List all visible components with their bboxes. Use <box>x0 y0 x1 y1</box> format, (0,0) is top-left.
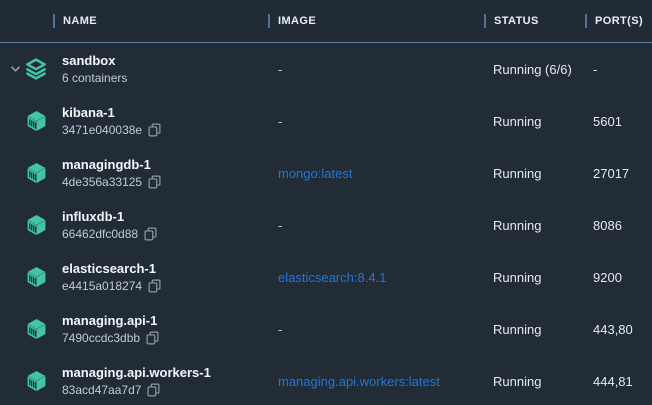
container-id: 83acd47aa7d7 <box>62 383 141 397</box>
image-cell[interactable]: elasticsearch:8.4.1 <box>268 270 484 285</box>
column-header-name[interactable]: NAME <box>0 14 268 28</box>
image-cell: - <box>268 114 484 129</box>
name-cell: elasticsearch-1 e4415a018274 <box>0 251 268 303</box>
container-row[interactable]: influxdb-1 66462dfc0d88 - Running 8086 <box>0 199 652 251</box>
column-header-image[interactable]: IMAGE <box>268 14 484 28</box>
container-icon <box>25 369 48 393</box>
status-cell: Running <box>484 166 585 181</box>
table-body: sandbox 6 containers - Running (6/6) - <box>0 43 652 405</box>
copy-icon <box>146 331 159 345</box>
status-cell: Running <box>484 218 585 233</box>
column-header-ports[interactable]: PORT(S) <box>585 14 652 28</box>
status-cell: Running <box>484 322 585 337</box>
copy-button[interactable] <box>144 227 157 241</box>
containers-table: NAME IMAGE STATUS PORT(S) <box>0 0 652 405</box>
column-header-label: STATUS <box>494 15 539 27</box>
ports-cell: 8086 <box>585 218 652 233</box>
column-separator <box>484 14 486 28</box>
container-id: 4de356a33125 <box>62 175 142 189</box>
container-row[interactable]: managing.api-1 7490ccdc3dbb - Running 44… <box>0 303 652 355</box>
ports-cell: 444,81 <box>585 374 652 389</box>
column-separator <box>53 14 55 28</box>
image-cell: - <box>268 322 484 337</box>
container-name: sandbox <box>62 53 127 69</box>
container-name: kibana-1 <box>62 105 161 121</box>
name-cell: sandbox 6 containers <box>0 43 268 95</box>
column-separator <box>268 14 270 28</box>
container-icon <box>25 265 48 289</box>
copy-button[interactable] <box>148 175 161 189</box>
group-row[interactable]: sandbox 6 containers - Running (6/6) - <box>0 43 652 95</box>
container-id: 66462dfc0d88 <box>62 227 138 241</box>
container-row[interactable]: managingdb-1 4de356a33125 mongo:latest R… <box>0 147 652 199</box>
container-id: 3471e040038e <box>62 123 142 137</box>
copy-icon <box>148 175 161 189</box>
status-cell: Running (6/6) <box>484 62 585 77</box>
container-name: elasticsearch-1 <box>62 261 161 277</box>
ports-cell: 5601 <box>585 114 652 129</box>
column-header-label: PORT(S) <box>595 15 643 27</box>
chevron-down-icon <box>10 65 21 73</box>
container-icon <box>25 161 48 185</box>
name-cell: kibana-1 3471e040038e <box>0 95 268 147</box>
container-row[interactable]: kibana-1 3471e040038e - Running 5601 <box>0 95 652 147</box>
container-id: 7490ccdc3dbb <box>62 331 140 345</box>
container-name: managingdb-1 <box>62 157 161 173</box>
image-cell: - <box>268 218 484 233</box>
ports-cell: 443,80 <box>585 322 652 337</box>
stack-icon <box>24 56 48 82</box>
container-icon <box>25 213 48 237</box>
name-cell: managing.api.workers-1 83acd47aa7d7 <box>0 355 268 405</box>
name-cell: managingdb-1 4de356a33125 <box>0 147 268 199</box>
status-cell: Running <box>484 374 585 389</box>
copy-button[interactable] <box>146 331 159 345</box>
image-cell[interactable]: managing.api.workers:latest <box>268 374 484 389</box>
name-cell: influxdb-1 66462dfc0d88 <box>0 199 268 251</box>
container-name: managing.api.workers-1 <box>62 365 211 381</box>
ports-cell: - <box>585 62 652 77</box>
container-row[interactable]: elasticsearch-1 e4415a018274 elasticsear… <box>0 251 652 303</box>
status-cell: Running <box>484 114 585 129</box>
copy-button[interactable] <box>147 383 160 397</box>
container-icon <box>25 317 48 341</box>
name-cell: managing.api-1 7490ccdc3dbb <box>0 303 268 355</box>
expand-toggle[interactable] <box>6 65 24 73</box>
table-header: NAME IMAGE STATUS PORT(S) <box>0 0 652 43</box>
container-id: 6 containers <box>62 71 127 85</box>
copy-icon <box>147 383 160 397</box>
copy-icon <box>144 227 157 241</box>
container-name: influxdb-1 <box>62 209 157 225</box>
image-cell: - <box>268 62 484 77</box>
column-header-status[interactable]: STATUS <box>484 14 585 28</box>
image-cell[interactable]: mongo:latest <box>268 166 484 181</box>
column-separator <box>585 14 587 28</box>
ports-cell: 9200 <box>585 270 652 285</box>
container-name: managing.api-1 <box>62 313 159 329</box>
copy-button[interactable] <box>148 279 161 293</box>
ports-cell: 27017 <box>585 166 652 181</box>
column-header-label: NAME <box>63 15 97 27</box>
status-cell: Running <box>484 270 585 285</box>
container-icon <box>25 109 48 133</box>
container-row[interactable]: managing.api.workers-1 83acd47aa7d7 mana… <box>0 355 652 405</box>
copy-icon <box>148 123 161 137</box>
container-id: e4415a018274 <box>62 279 142 293</box>
column-header-label: IMAGE <box>278 15 316 27</box>
copy-icon <box>148 279 161 293</box>
copy-button[interactable] <box>148 123 161 137</box>
